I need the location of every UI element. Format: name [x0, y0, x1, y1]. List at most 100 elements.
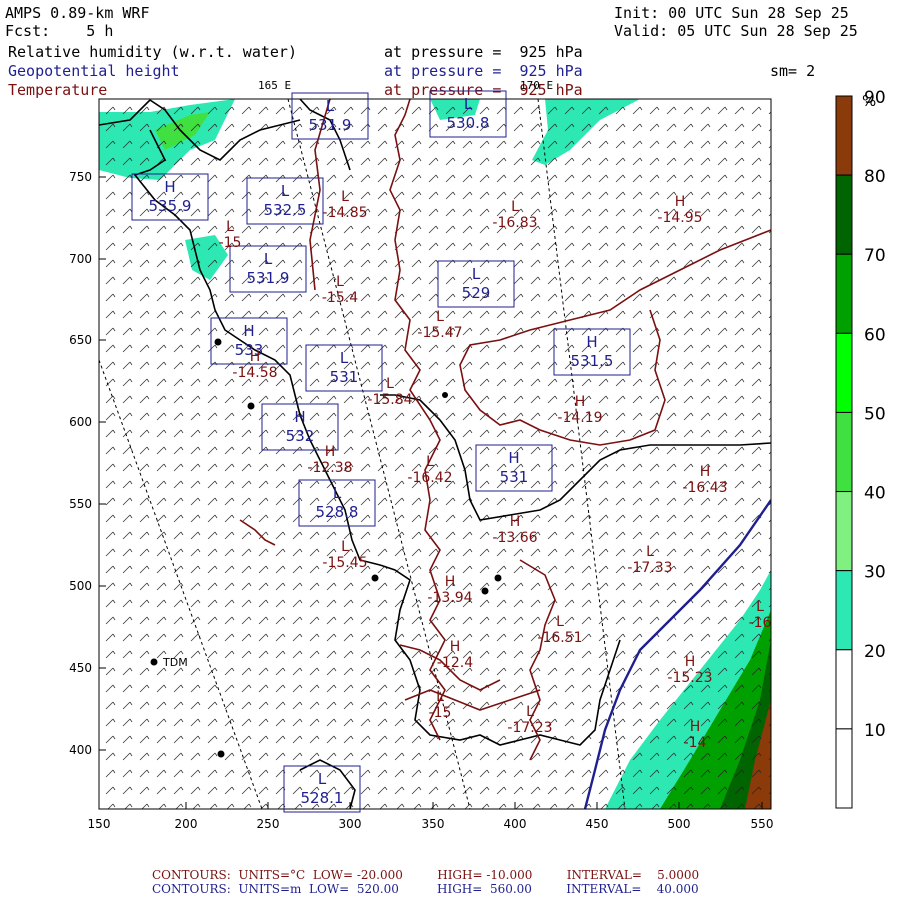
temp-label-tag: H [685, 654, 696, 670]
temp-label-tag: H [575, 394, 586, 410]
temp-label-tag: H [325, 444, 336, 460]
temp-label-value: -17.33 [627, 560, 672, 576]
temp-label-value: -15 [219, 235, 242, 251]
temp-label-value: -17.23 [507, 720, 552, 736]
colorbar-unit: % [862, 92, 876, 110]
colorbar-segment [835, 411, 853, 493]
colorbar-label: 70 [864, 246, 886, 266]
height-label-tag: H [586, 333, 597, 351]
temp-label-tag: L [226, 219, 234, 235]
temp-label-value: -14.95 [657, 210, 702, 226]
colorbar-segment [835, 174, 853, 255]
station-dot [371, 574, 379, 582]
x-tick-label: 200 [175, 817, 198, 831]
station-label-tdm: TDM [162, 656, 188, 669]
temp-label-tag: L [646, 544, 654, 560]
temp-label-tag: L [511, 199, 519, 215]
station-dot [481, 587, 489, 595]
colorbar: 102030405060708090 [835, 88, 886, 809]
station-dot [214, 338, 222, 346]
height-label-value: 532.5 [264, 201, 307, 219]
temp-label-tag: L [436, 309, 444, 325]
weather-map-screen: AMPS 0.89-km WRF Fcst: 5 h Init: 00 UTC … [0, 0, 900, 900]
station-dot-tdm [150, 658, 158, 666]
temp-label-value: -12.4 [437, 655, 473, 671]
colorbar-segment [835, 570, 853, 651]
height-label-tag: L [264, 250, 273, 268]
footer-height-contours: CONTOURS: UNITS=m LOW= 520.00 HIGH= 560.… [152, 882, 699, 896]
x-tick-label: 500 [668, 817, 691, 831]
temp-label-value: -16.51 [537, 630, 582, 646]
height-label-value: 531.5 [571, 352, 614, 370]
temp-label-tag: H [700, 464, 711, 480]
height-label-tag: H [243, 322, 254, 340]
x-tick-label: 450 [586, 817, 609, 831]
y-tick-label: 550 [69, 497, 92, 511]
colorbar-label: 80 [864, 167, 886, 187]
temp-label-value: -14.58 [232, 365, 277, 381]
height-label-value: 531 [500, 468, 529, 486]
colorbar-segment [835, 95, 853, 176]
height-label-tag: H [294, 408, 305, 426]
x-tick-label: 350 [422, 817, 445, 831]
height-label-tag: L [464, 95, 473, 113]
y-tick-label: 500 [69, 579, 92, 593]
temp-label-tag: L [341, 539, 349, 555]
temp-label-tag: H [250, 349, 261, 365]
height-label-tag: L [326, 97, 335, 115]
x-tick-label: 400 [504, 817, 527, 831]
height-label-tag: H [164, 178, 175, 196]
height-label-tag: L [333, 484, 342, 502]
height-label-value: 531.9 [309, 116, 352, 134]
height-label-value: 529 [462, 284, 491, 302]
y-tick-label: 650 [69, 333, 92, 347]
colorbar-label: 20 [864, 642, 886, 662]
temp-label-tag: H [690, 719, 701, 735]
height-label-value: 528.8 [316, 503, 359, 521]
colorbar-label: 50 [864, 404, 886, 424]
temp-label-tag: L [556, 614, 564, 630]
temp-label-tag: H [450, 639, 461, 655]
temp-label-tag: L [341, 189, 349, 205]
height-label-tag: H [508, 449, 519, 467]
temp-label-value: -16.42 [407, 470, 452, 486]
temp-label-tag: H [510, 514, 521, 530]
colorbar-label: 30 [864, 563, 886, 583]
station-dot [442, 392, 448, 398]
wind-barbs [99, 99, 771, 809]
height-label-tag: L [281, 182, 290, 200]
temp-label-tag: L [526, 704, 534, 720]
colorbar-label: 40 [864, 484, 886, 504]
temp-label-tag: H [675, 194, 686, 210]
height-label-value: 528.1 [301, 789, 344, 807]
height-label-value: 535.9 [149, 197, 192, 215]
height-label-tag: L [318, 770, 327, 788]
colorbar-label: 60 [864, 325, 886, 345]
temp-label-value: -16.43 [682, 480, 727, 496]
temp-label-value: -12.38 [307, 460, 352, 476]
colorbar-label: 10 [864, 721, 886, 741]
y-tick-label: 400 [69, 743, 92, 757]
plot-area [99, 99, 771, 809]
x-tick-label: 250 [257, 817, 280, 831]
temp-label-value: -15 [429, 705, 452, 721]
height-label-value: 530.8 [447, 114, 490, 132]
temp-label-tag: L [756, 599, 764, 615]
station-dot [247, 402, 255, 410]
height-label-tag: L [340, 349, 349, 367]
colorbar-segment [835, 491, 853, 572]
map-canvas: 150 200 250 300 350 400 450 500 550 400 450 500 550 6… [69, 88, 886, 831]
y-tick-label: 450 [69, 661, 92, 675]
temp-label-value: -14.19 [557, 410, 602, 426]
height-label-tag: L [472, 265, 481, 283]
height-label-value: 532 [286, 427, 315, 445]
x-tick-label: 300 [339, 817, 362, 831]
station-dot [217, 750, 225, 758]
temp-label-value: -15.47 [417, 325, 462, 341]
y-tick-label: 700 [69, 252, 92, 266]
colorbar-segment [835, 728, 853, 809]
temp-label-value: -15.84 [367, 392, 412, 408]
temp-label-value: -14 [684, 735, 707, 751]
height-label-value: 531.9 [247, 269, 290, 287]
temp-label-tag: L [386, 376, 394, 392]
